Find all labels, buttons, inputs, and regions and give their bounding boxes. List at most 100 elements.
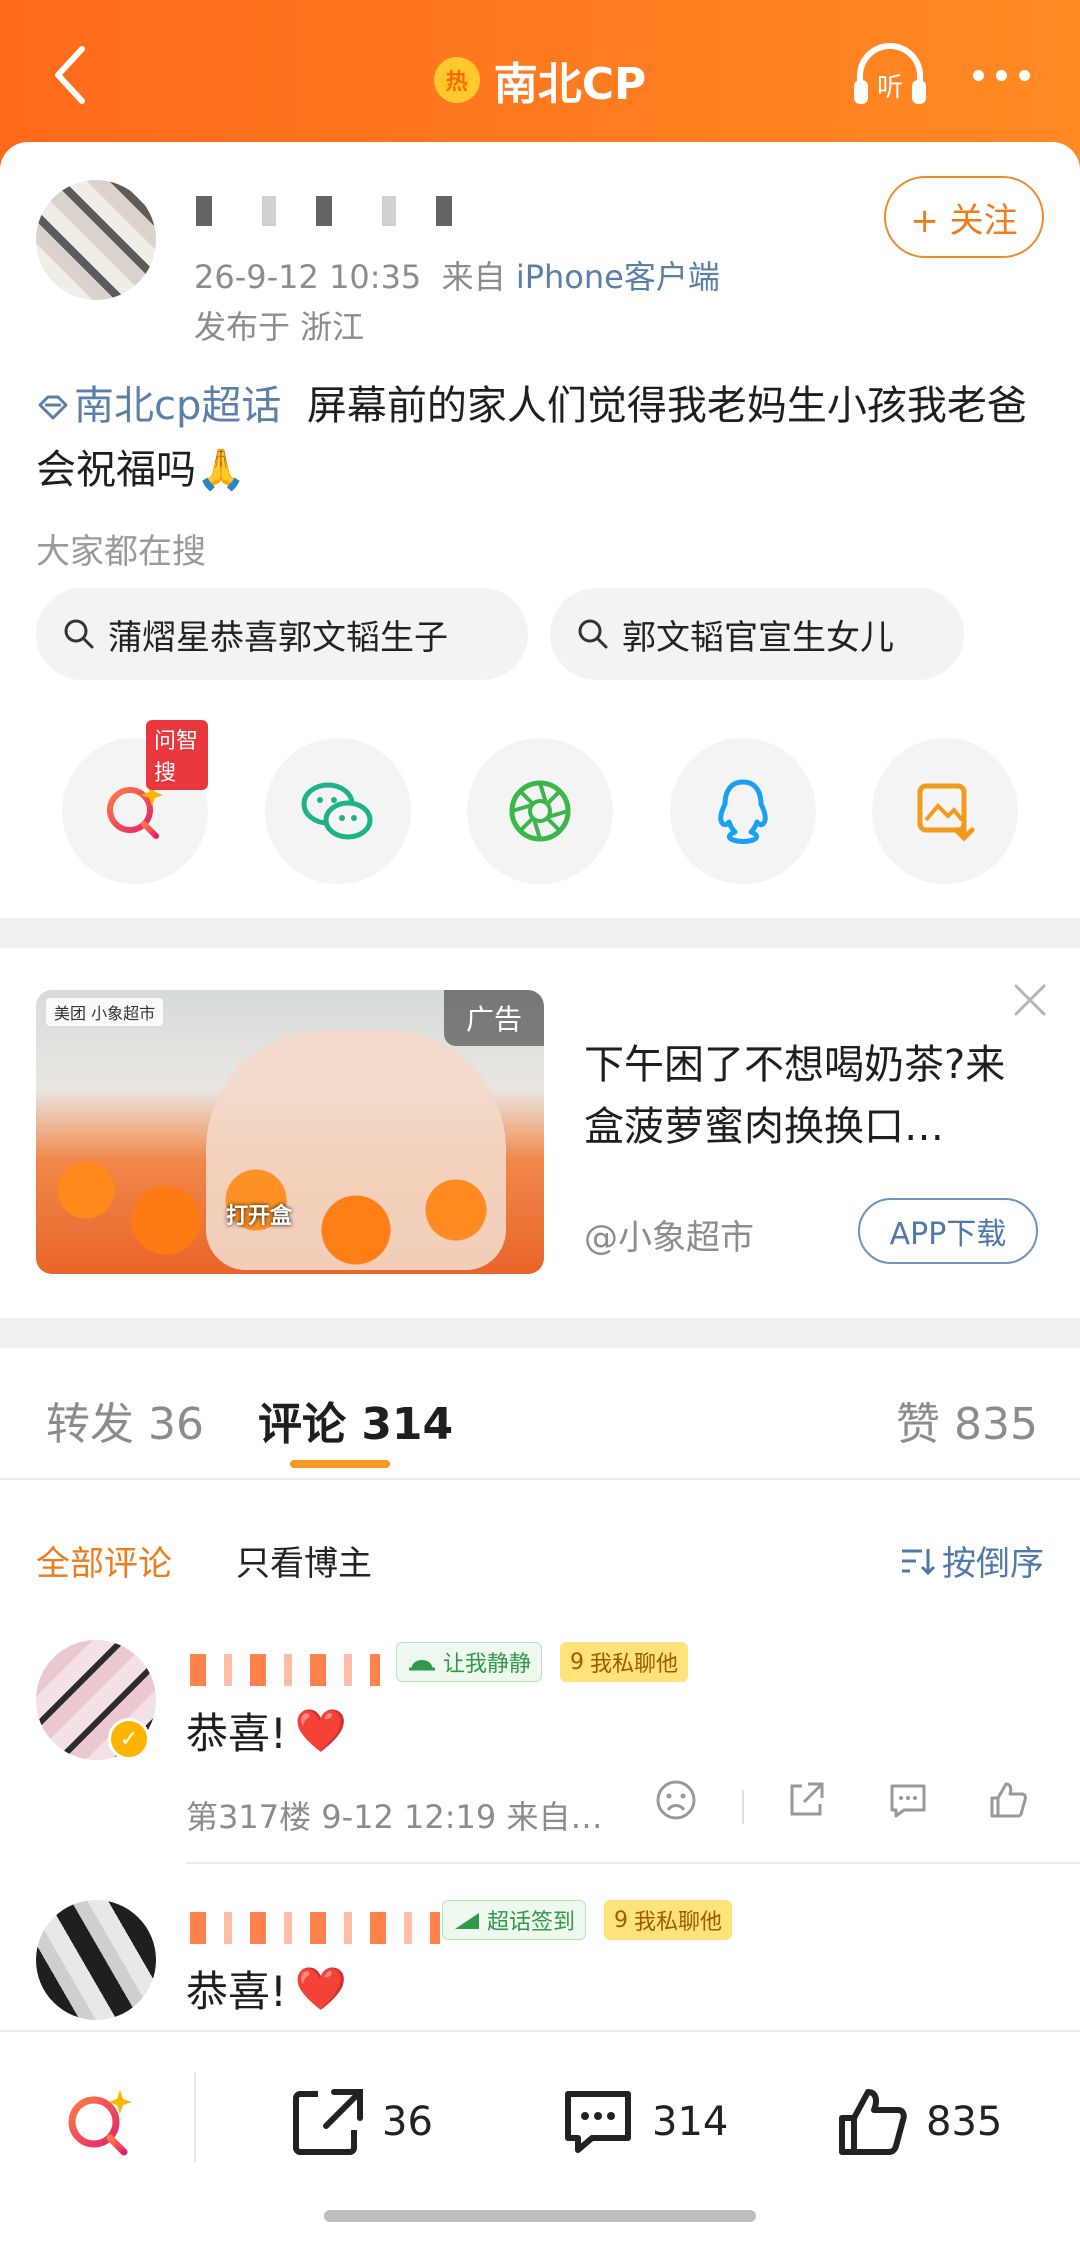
moments-share-button[interactable] [467, 738, 613, 884]
bottom-comment-count: 314 [652, 2099, 729, 2145]
ad-close-button[interactable] [1010, 980, 1050, 1020]
verified-badge: ✓ [108, 1718, 150, 1760]
ask-search-button[interactable]: 问智搜 [62, 720, 208, 884]
home-indicator [324, 2210, 756, 2222]
level-badge[interactable]: 9 我私聊他 [604, 1900, 733, 1940]
topic-link[interactable]: 南北cp超话 [36, 383, 281, 429]
ask-search-icon [68, 2090, 132, 2156]
comment-body: 恭喜! [186, 1709, 287, 1758]
ad-tag: 广告 [444, 990, 544, 1046]
save-image-button[interactable] [872, 738, 1018, 884]
thumb-up-icon [839, 2089, 907, 2155]
save-image-icon [917, 783, 975, 842]
avatar[interactable] [36, 180, 156, 300]
search-chip-label: 郭文韬官宣生女儿 [622, 617, 894, 658]
tab-active-indicator [290, 1460, 390, 1468]
wechat-icon [301, 782, 373, 840]
ad-image[interactable]: 美团 小象超市 广告 打开盒 [36, 990, 544, 1274]
tab-comments[interactable]: 评论 314 [258, 1388, 453, 1452]
comment-reply-button[interactable] [886, 1778, 936, 1828]
moments-icon [509, 780, 571, 842]
more-icon [972, 69, 984, 81]
comment-avatar[interactable] [36, 1900, 156, 2020]
app-download-button[interactable]: APP下载 [858, 1198, 1038, 1264]
comment-meta: 第317楼 9-12 12:19 来自… [186, 1798, 603, 1836]
post-timestamp: 26-9-12 10:35 [194, 258, 422, 296]
thumb-up-icon [990, 1782, 1027, 1818]
search-chip-label: 蒲熠星恭喜郭文韬生子 [108, 617, 448, 658]
ask-badge: 问智搜 [146, 720, 208, 790]
ad-caption: 打开盒 [226, 1204, 293, 1229]
filter-blogger-only[interactable]: 只看博主 [236, 1536, 372, 1585]
level-badge-label: 我私聊他 [634, 1910, 723, 1935]
share-icon [293, 2089, 363, 2155]
fan-badge-label: 让我静静 [443, 1652, 532, 1677]
post-body: 南北cp超话 屏幕前的家人们觉得我老妈生小孩我老爸会祝福吗🙏 [36, 374, 1046, 502]
qq-share-button[interactable] [670, 738, 816, 884]
qq-icon [718, 779, 768, 844]
ad-brand: 美团 小象超市 [46, 998, 164, 1026]
comment-body: 恭喜! [186, 1967, 287, 2016]
sad-face-icon [656, 1780, 696, 1820]
listen-button[interactable]: 听 [850, 40, 930, 110]
search-icon [578, 619, 608, 649]
bottom-separator [194, 2072, 196, 2162]
comment-icon [565, 2091, 631, 2153]
comment-text: 恭喜! ❤️ [186, 1700, 347, 1761]
bottom-repost-count: 36 [382, 2099, 433, 2145]
sort-button[interactable]: 按倒序 [900, 1536, 1044, 1585]
hat-icon [409, 1660, 435, 1671]
comment-share-button[interactable] [784, 1778, 834, 1828]
client-link[interactable]: iPhone客户端 [516, 258, 720, 296]
ask-search-bottom-button[interactable] [60, 2082, 140, 2162]
tab-repost[interactable]: 转发 36 [46, 1388, 204, 1452]
search-chip[interactable]: 蒲熠星恭喜郭文韬生子 [36, 588, 528, 680]
bottom-comment-button[interactable]: 314 [560, 2082, 728, 2162]
level-badge[interactable]: 9 我私聊他 [560, 1642, 689, 1682]
pray-emoji: 🙏 [196, 447, 246, 493]
level-number: 9 [570, 1649, 584, 1675]
sort-icon [902, 1548, 936, 1575]
share-icon [790, 1782, 824, 1816]
ad-title[interactable]: 下午困了不想喝奶茶?来盒菠萝蜜肉换换口… [584, 1034, 1044, 1158]
wechat-share-button[interactable] [265, 738, 411, 884]
source-prefix: 来自 [441, 258, 506, 296]
fan-badge[interactable]: 让我静静 [396, 1642, 543, 1682]
share-row: 问智搜 [62, 720, 1022, 884]
search-hint: 大家都在搜 [36, 532, 206, 572]
comment-like-button[interactable] [986, 1778, 1036, 1828]
headphones-icon: 听 [854, 43, 926, 104]
username-obscured[interactable] [196, 196, 476, 226]
post-location: 发布于 浙江 [194, 308, 365, 346]
bottom-repost-button[interactable]: 36 [290, 2082, 433, 2162]
comment-icon [890, 1784, 926, 1818]
hot-badge: 热 [433, 57, 480, 103]
search-chip[interactable]: 郭文韬官宣生女儿 [550, 588, 964, 680]
heart-emoji: ❤️ [294, 1963, 348, 2013]
dislike-button[interactable] [654, 1778, 704, 1828]
comment-username-obscured[interactable] [190, 1654, 380, 1686]
fan-badge-label: 超话签到 [487, 1910, 576, 1935]
more-button[interactable] [966, 55, 1036, 95]
follow-button[interactable]: + 关注 [884, 176, 1044, 258]
heart-emoji: ❤️ [294, 1705, 348, 1755]
divider [186, 1862, 1080, 1864]
tab-likes[interactable]: 赞 835 [896, 1388, 1038, 1452]
bottom-like-button[interactable]: 835 [834, 2082, 1002, 2162]
filter-all-comments[interactable]: 全部评论 [36, 1536, 172, 1585]
super-topic-icon [38, 395, 68, 420]
divider [0, 1478, 1080, 1480]
level-number: 9 [614, 1907, 628, 1933]
close-icon [1014, 984, 1046, 1016]
action-separator [742, 1790, 744, 1824]
post-meta: 26-9-12 10:35 来自 iPhone客户端 [194, 252, 720, 298]
signal-icon [455, 1913, 479, 1929]
bottom-like-count: 835 [926, 2099, 1003, 2145]
listen-label: 听 [877, 73, 903, 103]
fan-badge[interactable]: 超话签到 [442, 1900, 587, 1940]
page-title[interactable]: 南北CP [494, 48, 647, 112]
section-divider [0, 918, 1080, 948]
level-badge-label: 我私聊他 [590, 1652, 679, 1677]
comment-username-obscured[interactable] [190, 1912, 440, 1944]
ad-source[interactable]: @小象超市 [584, 1210, 754, 1259]
